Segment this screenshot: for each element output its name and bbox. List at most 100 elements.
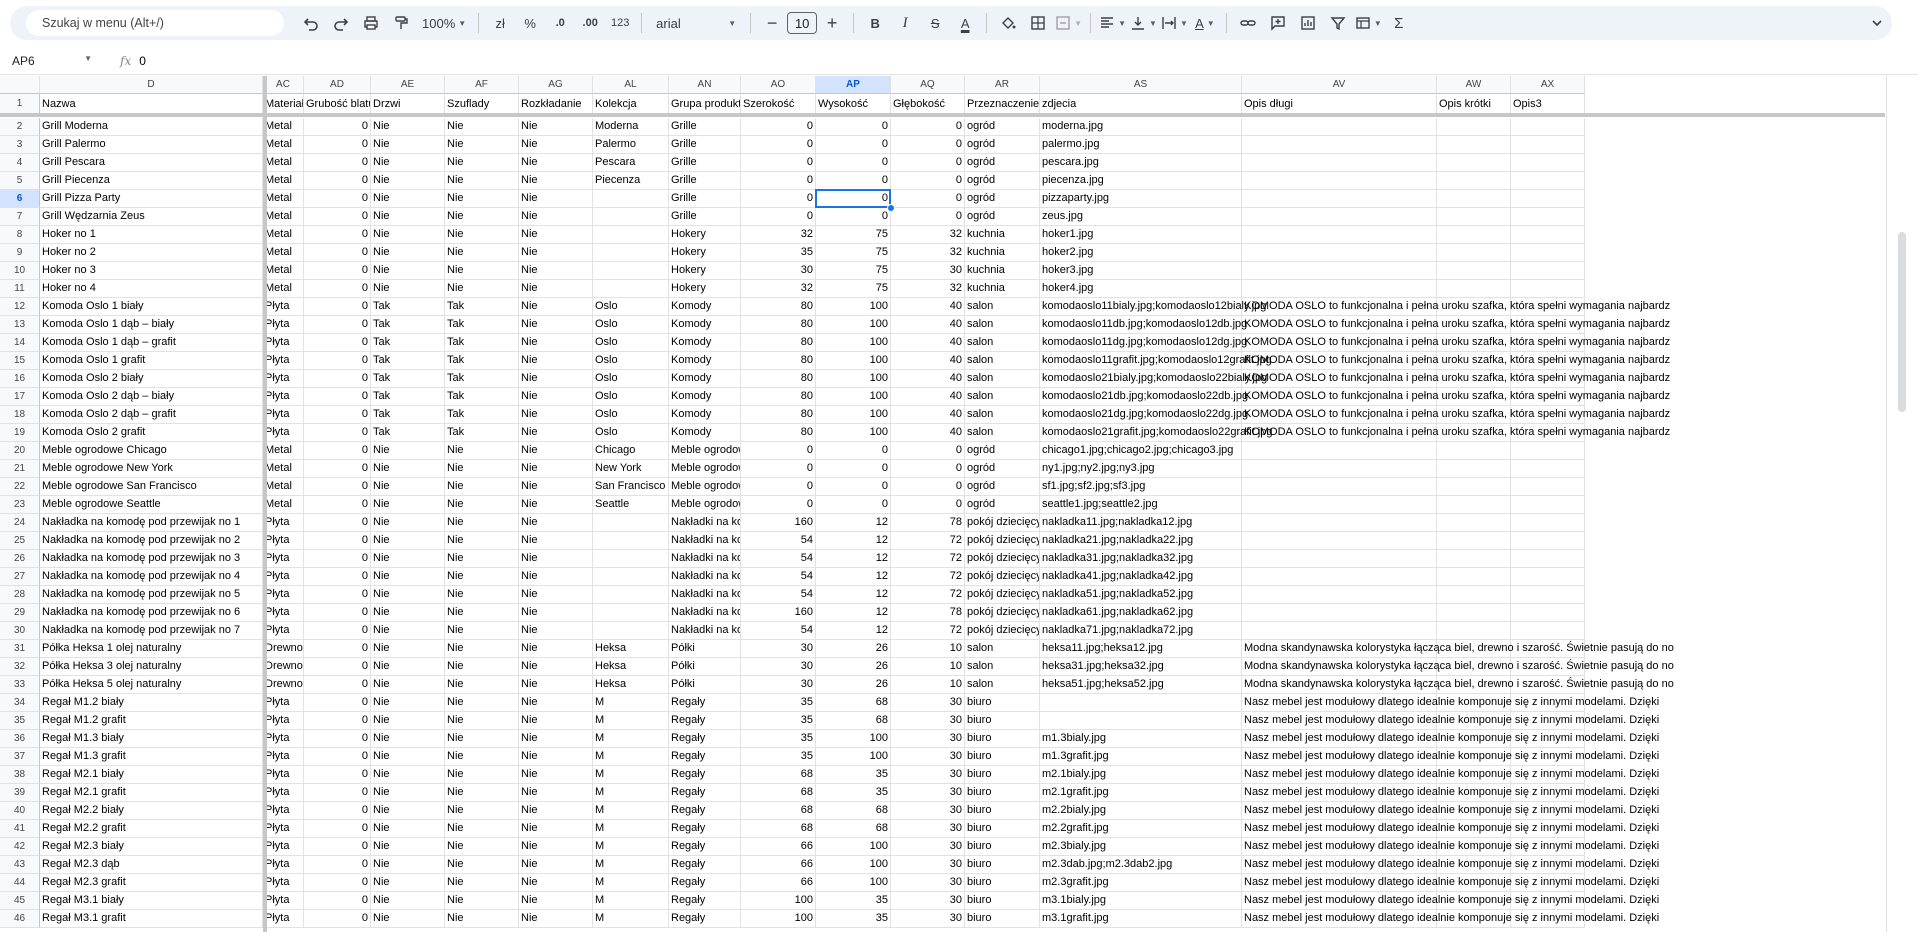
table-cell[interactable] — [1511, 244, 1585, 262]
table-cell[interactable]: Nie — [519, 370, 593, 388]
table-cell[interactable]: Grille — [669, 190, 741, 208]
table-cell[interactable]: 0 — [304, 424, 371, 442]
table-cell[interactable]: sf1.jpg;sf2.jpg;sf3.jpg — [1040, 478, 1242, 496]
table-cell[interactable]: 0 — [304, 622, 371, 640]
font-size-input[interactable]: 10 — [787, 12, 818, 34]
table-cell[interactable]: 160 — [741, 514, 816, 532]
table-cell[interactable]: 80 — [741, 424, 816, 442]
table-cell[interactable]: heksa11.jpg;heksa12.jpg — [1040, 640, 1242, 658]
table-cell[interactable]: Nie — [519, 910, 593, 928]
merge-cells-button[interactable]: ▼ — [1055, 9, 1082, 37]
table-cell[interactable] — [1437, 226, 1511, 244]
table-cell[interactable]: 0 — [304, 784, 371, 802]
table-cell[interactable]: 68 — [741, 802, 816, 820]
table-cell[interactable]: salon — [965, 334, 1040, 352]
table-cell[interactable]: Nie — [519, 406, 593, 424]
table-cell[interactable]: 80 — [741, 298, 816, 316]
table-cell[interactable]: Nie — [445, 190, 519, 208]
row-header[interactable]: 10 — [0, 262, 40, 280]
table-cell[interactable]: 30 — [891, 802, 965, 820]
table-cell[interactable]: pokój dziecięcy — [965, 622, 1040, 640]
table-cell[interactable]: Nie — [445, 712, 519, 730]
table-cell[interactable]: Nie — [445, 640, 519, 658]
table-cell[interactable]: Nie — [519, 460, 593, 478]
decrease-font-size-button[interactable]: − — [759, 9, 785, 37]
table-cell[interactable]: 80 — [741, 352, 816, 370]
table-cell[interactable]: Nie — [371, 766, 445, 784]
table-cell[interactable]: Nie — [519, 262, 593, 280]
table-cell[interactable]: Nie — [445, 730, 519, 748]
table-cell[interactable]: Nasz mebel jest modułowy dlatego idealni… — [1242, 838, 1659, 856]
table-cell[interactable]: Nie — [371, 172, 445, 190]
table-cell[interactable]: 0 — [304, 820, 371, 838]
table-cell[interactable]: Półki — [669, 658, 741, 676]
table-cell[interactable]: 0 — [741, 154, 816, 172]
table-cell[interactable]: 32 — [891, 280, 965, 298]
table-cell[interactable] — [1242, 478, 1437, 496]
table-cell[interactable]: 0 — [304, 802, 371, 820]
table-cell[interactable]: 12 — [816, 550, 891, 568]
table-cell[interactable]: Nie — [445, 514, 519, 532]
table-cell[interactable]: Nie — [445, 172, 519, 190]
table-cell[interactable]: 30 — [891, 874, 965, 892]
table-cell[interactable]: 10 — [891, 640, 965, 658]
table-cell[interactable]: Regał M1.2 grafit — [40, 712, 263, 730]
table-cell[interactable]: biuro — [965, 892, 1040, 910]
table-cell[interactable]: hoker3.jpg — [1040, 262, 1242, 280]
table-cell[interactable]: Regał M2.1 biały — [40, 766, 263, 784]
table-cell[interactable]: m2.3bialy.jpg — [1040, 838, 1242, 856]
table-cell[interactable]: Płyta — [263, 766, 304, 784]
table-cell[interactable]: biuro — [965, 694, 1040, 712]
table-cell[interactable]: 78 — [891, 514, 965, 532]
table-cell[interactable]: 0 — [741, 442, 816, 460]
table-cell[interactable]: 0 — [304, 406, 371, 424]
table-cell[interactable]: M — [593, 856, 669, 874]
table-cell[interactable]: Płyta — [263, 424, 304, 442]
formula-input[interactable]: 0 — [139, 54, 146, 68]
scrollbar-thumb[interactable] — [1898, 232, 1906, 412]
table-cell[interactable]: Grill Moderna — [40, 118, 263, 136]
row-header[interactable]: 12 — [0, 298, 40, 316]
table-cell[interactable]: KOMODA OSLO to funkcjonalna i pełna urok… — [1242, 388, 1670, 406]
table-cell[interactable]: M — [593, 766, 669, 784]
table-cell[interactable]: Meble ogrodowe San Francisco — [40, 478, 263, 496]
table-cell[interactable]: 0 — [741, 208, 816, 226]
table-cell[interactable]: 40 — [891, 316, 965, 334]
row-header[interactable]: 19 — [0, 424, 40, 442]
table-cell[interactable]: Nie — [519, 586, 593, 604]
table-cell[interactable]: 75 — [816, 226, 891, 244]
table-cell[interactable]: 54 — [741, 622, 816, 640]
table-cell[interactable]: M — [593, 892, 669, 910]
table-cell[interactable]: Oslo — [593, 370, 669, 388]
table-cell[interactable]: Nie — [371, 730, 445, 748]
row-header[interactable]: 18 — [0, 406, 40, 424]
table-cell[interactable]: Nie — [445, 208, 519, 226]
table-cell[interactable]: Nie — [519, 874, 593, 892]
table-cell[interactable]: Nie — [445, 280, 519, 298]
fill-color-button[interactable] — [995, 9, 1021, 37]
table-cell[interactable]: Nie — [519, 352, 593, 370]
table-cell[interactable]: 12 — [816, 604, 891, 622]
table-cell[interactable]: Płyta — [263, 622, 304, 640]
table-cell[interactable]: 0 — [304, 190, 371, 208]
table-cell[interactable]: 35 — [816, 766, 891, 784]
header-cell[interactable]: Opis3 — [1511, 94, 1585, 114]
table-cell[interactable]: 0 — [891, 208, 965, 226]
table-cell[interactable]: kuchnia — [965, 280, 1040, 298]
table-cell[interactable]: 0 — [304, 208, 371, 226]
table-cell[interactable]: pokój dziecięcy — [965, 586, 1040, 604]
table-cell[interactable]: Regał M2.3 dąb — [40, 856, 263, 874]
table-cell[interactable]: 0 — [741, 496, 816, 514]
table-cell[interactable]: Nie — [519, 316, 593, 334]
table-cell[interactable]: Nie — [371, 514, 445, 532]
table-cell[interactable]: hoker4.jpg — [1040, 280, 1242, 298]
table-cell[interactable]: 0 — [304, 118, 371, 136]
table-cell[interactable]: Modna skandynawska kolorystyka łącząca b… — [1242, 640, 1674, 658]
table-cell[interactable]: heksa31.jpg;heksa32.jpg — [1040, 658, 1242, 676]
table-cell[interactable]: Nie — [519, 136, 593, 154]
table-cell[interactable]: Płyta — [263, 892, 304, 910]
table-cell[interactable]: biuro — [965, 856, 1040, 874]
table-cell[interactable]: 0 — [304, 226, 371, 244]
table-cell[interactable]: Hokery — [669, 226, 741, 244]
table-cell[interactable]: Meble ogrodowe Chicago — [40, 442, 263, 460]
